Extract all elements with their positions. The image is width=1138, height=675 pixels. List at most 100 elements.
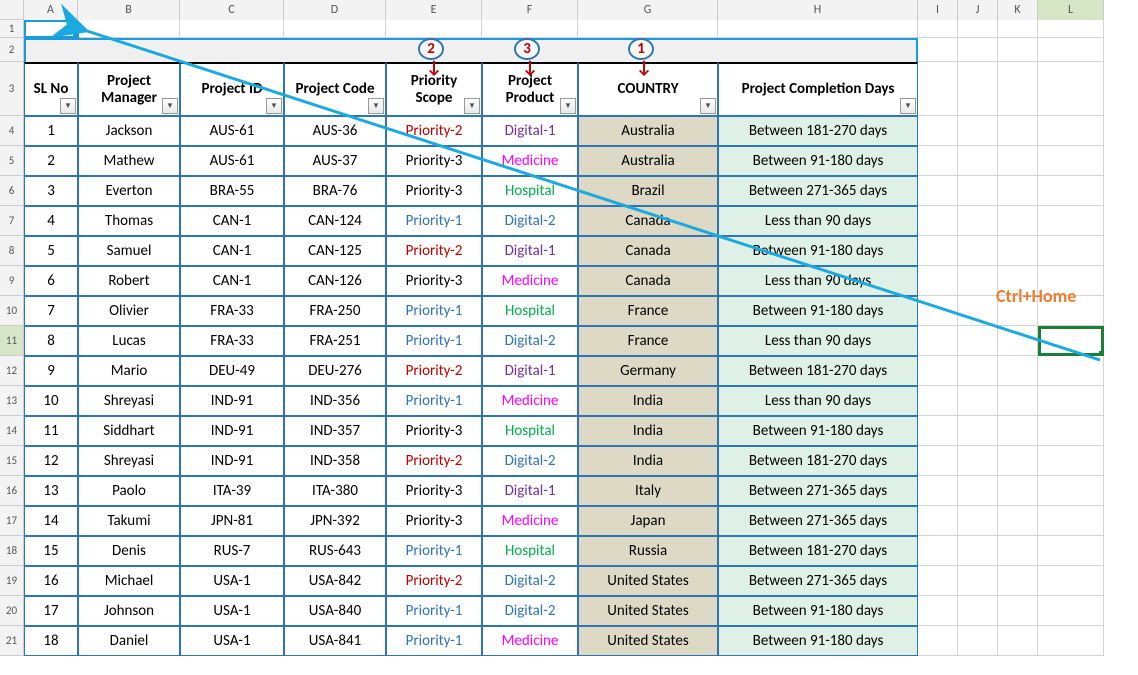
row-header-21[interactable]: 21 xyxy=(0,626,24,656)
table-cell[interactable]: Priority-3 xyxy=(386,266,482,296)
empty-cell[interactable] xyxy=(998,386,1038,416)
table-cell[interactable]: Priority-1 xyxy=(386,296,482,326)
table-cell[interactable]: Hospital xyxy=(482,296,578,326)
table-cell[interactable]: AUS-36 xyxy=(284,116,386,146)
empty-cell[interactable] xyxy=(918,176,958,206)
empty-cell[interactable] xyxy=(958,146,998,176)
empty-cell[interactable] xyxy=(958,506,998,536)
empty-cell[interactable] xyxy=(1038,176,1104,206)
table-cell[interactable]: 1 xyxy=(24,116,78,146)
table-cell[interactable]: Between 181-270 days xyxy=(718,536,918,566)
table-cell[interactable]: USA-1 xyxy=(180,626,284,656)
table-cell[interactable]: BRA-76 xyxy=(284,176,386,206)
table-cell[interactable]: USA-842 xyxy=(284,566,386,596)
table-cell[interactable]: 9 xyxy=(24,356,78,386)
table-cell[interactable]: Between 181-270 days xyxy=(718,446,918,476)
empty-cell[interactable] xyxy=(1038,566,1104,596)
table-cell[interactable]: FRA-33 xyxy=(180,326,284,356)
col-header-b[interactable]: B xyxy=(78,0,180,20)
row-header-13[interactable]: 13 xyxy=(0,386,24,416)
row-header-7[interactable]: 7 xyxy=(0,206,24,236)
empty-cell[interactable] xyxy=(918,566,958,596)
table-cell[interactable]: JPN-392 xyxy=(284,506,386,536)
table-cell[interactable]: Medicine xyxy=(482,386,578,416)
table-cell[interactable]: IND-356 xyxy=(284,386,386,416)
empty-cell[interactable] xyxy=(1038,476,1104,506)
empty-cell[interactable] xyxy=(998,326,1038,356)
table-cell[interactable]: Between 271-365 days xyxy=(718,176,918,206)
table-cell[interactable]: 5 xyxy=(24,236,78,266)
table-cell[interactable]: Priority-2 xyxy=(386,116,482,146)
empty-cell[interactable] xyxy=(918,626,958,656)
empty-cell[interactable] xyxy=(998,116,1038,146)
cell-a1-selection[interactable] xyxy=(24,20,78,38)
filter-dropdown-icon[interactable]: ▼ xyxy=(464,98,480,114)
table-cell[interactable]: CAN-125 xyxy=(284,236,386,266)
empty-cell[interactable] xyxy=(1038,446,1104,476)
col-header-g[interactable]: G xyxy=(578,0,718,20)
table-cell[interactable]: Less than 90 days xyxy=(718,386,918,416)
table-cell[interactable]: Priority-3 xyxy=(386,416,482,446)
table-cell[interactable]: Priority-2 xyxy=(386,356,482,386)
empty-cell[interactable] xyxy=(1038,416,1104,446)
table-cell[interactable]: RUS-643 xyxy=(284,536,386,566)
table-cell[interactable]: Hospital xyxy=(482,416,578,446)
table-cell[interactable]: Digital-2 xyxy=(482,206,578,236)
table-cell[interactable]: Denis xyxy=(78,536,180,566)
row-header-18[interactable]: 18 xyxy=(0,536,24,566)
table-cell[interactable]: 12 xyxy=(24,446,78,476)
filter-dropdown-icon[interactable]: ▼ xyxy=(900,98,916,114)
table-cell[interactable]: Priority-2 xyxy=(386,446,482,476)
empty-cell[interactable] xyxy=(918,416,958,446)
table-cell[interactable]: Less than 90 days xyxy=(718,326,918,356)
empty-cell[interactable] xyxy=(958,236,998,266)
header-sl-no[interactable]: SL No▼ xyxy=(24,62,78,116)
table-cell[interactable]: Russia xyxy=(578,536,718,566)
table-cell[interactable]: 8 xyxy=(24,326,78,356)
table-cell[interactable]: India xyxy=(578,386,718,416)
table-cell[interactable]: Medicine xyxy=(482,506,578,536)
table-cell[interactable]: Jackson xyxy=(78,116,180,146)
table-cell[interactable]: 15 xyxy=(24,536,78,566)
table-cell[interactable]: Between 91-180 days xyxy=(718,596,918,626)
table-cell[interactable]: Digital-1 xyxy=(482,116,578,146)
table-cell[interactable]: Germany xyxy=(578,356,718,386)
table-cell[interactable]: Japan xyxy=(578,506,718,536)
empty-cell[interactable] xyxy=(1038,146,1104,176)
table-cell[interactable]: IND-91 xyxy=(180,416,284,446)
table-cell[interactable]: 17 xyxy=(24,596,78,626)
table-cell[interactable]: DEU-49 xyxy=(180,356,284,386)
table-cell[interactable]: India xyxy=(578,446,718,476)
empty-cell[interactable] xyxy=(958,206,998,236)
table-cell[interactable]: Between 271-365 days xyxy=(718,476,918,506)
table-cell[interactable]: Between 271-365 days xyxy=(718,506,918,536)
empty-cell[interactable] xyxy=(958,416,998,446)
table-cell[interactable]: CAN-1 xyxy=(180,236,284,266)
table-cell[interactable]: Everton xyxy=(78,176,180,206)
table-cell[interactable]: Less than 90 days xyxy=(718,206,918,236)
table-cell[interactable]: ITA-380 xyxy=(284,476,386,506)
empty-cell[interactable] xyxy=(918,326,958,356)
empty-cell[interactable] xyxy=(998,236,1038,266)
table-cell[interactable]: FRA-33 xyxy=(180,296,284,326)
table-cell[interactable]: Between 181-270 days xyxy=(718,116,918,146)
empty-cell[interactable] xyxy=(1038,236,1104,266)
table-cell[interactable]: Samuel xyxy=(78,236,180,266)
table-cell[interactable]: USA-1 xyxy=(180,596,284,626)
empty-cell[interactable] xyxy=(1038,506,1104,536)
empty-cell[interactable] xyxy=(1038,626,1104,656)
row-header-3[interactable]: 3 xyxy=(0,62,24,116)
empty-cell[interactable] xyxy=(918,236,958,266)
row-header-6[interactable]: 6 xyxy=(0,176,24,206)
table-cell[interactable]: Medicine xyxy=(482,266,578,296)
table-cell[interactable]: Digital-2 xyxy=(482,326,578,356)
empty-cell[interactable] xyxy=(958,326,998,356)
table-cell[interactable]: CAN-124 xyxy=(284,206,386,236)
filter-dropdown-icon[interactable]: ▼ xyxy=(368,98,384,114)
empty-cell[interactable] xyxy=(918,596,958,626)
table-cell[interactable]: Siddhart xyxy=(78,416,180,446)
table-cell[interactable]: Daniel xyxy=(78,626,180,656)
empty-cell[interactable] xyxy=(998,566,1038,596)
filter-dropdown-icon[interactable]: ▼ xyxy=(162,98,178,114)
table-cell[interactable]: 18 xyxy=(24,626,78,656)
